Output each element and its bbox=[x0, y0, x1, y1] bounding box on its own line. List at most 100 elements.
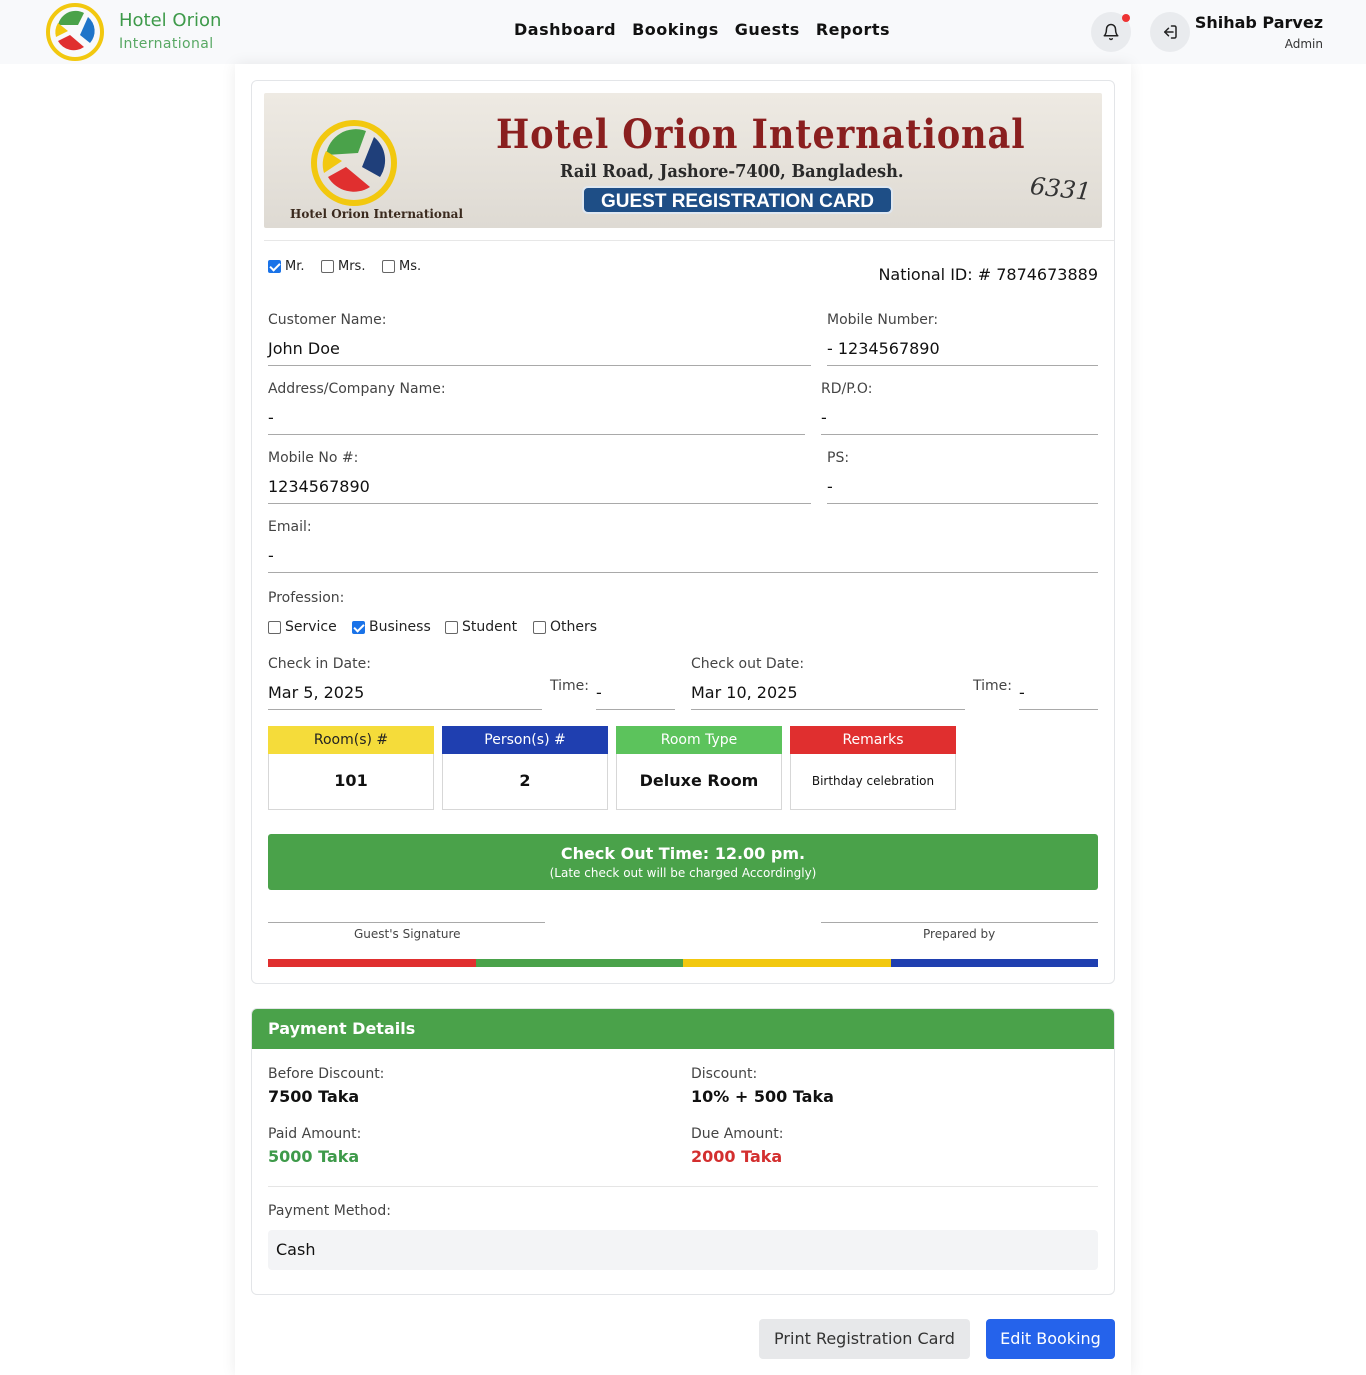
salutation-ms[interactable]: Ms. bbox=[382, 259, 421, 274]
stripe-blue bbox=[891, 959, 1098, 967]
user-name: Shihab Parvez bbox=[1194, 13, 1323, 32]
registration-banner: Hotel Orion International Hotel Orion In… bbox=[264, 93, 1102, 228]
banner-logo-caption: Hotel Orion International bbox=[290, 207, 463, 221]
top-navbar: Hotel Orion International Dashboard Book… bbox=[0, 0, 1366, 64]
customer-name-value: John Doe bbox=[268, 339, 340, 358]
checkbox-ms[interactable] bbox=[382, 260, 395, 273]
rdpo-label: RD/P.O: bbox=[821, 381, 873, 397]
checkout-time-value: - bbox=[1019, 683, 1025, 702]
banner-address: Rail Road, Jashore-7400, Bangladesh. bbox=[560, 161, 904, 182]
mobile-no-line bbox=[268, 503, 811, 504]
profession-student-label: Student bbox=[462, 619, 518, 635]
before-discount-label: Before Discount: bbox=[268, 1066, 385, 1082]
checkbox-mrs[interactable] bbox=[321, 260, 334, 273]
banner-badge: GUEST REGISTRATION CARD bbox=[582, 186, 893, 214]
checkbox-service[interactable] bbox=[268, 620, 281, 634]
checkin-time-label: Time: bbox=[550, 678, 589, 694]
email-line bbox=[268, 572, 1098, 573]
salutation-mrs[interactable]: Mrs. bbox=[321, 259, 365, 274]
user-role: Admin bbox=[1284, 37, 1323, 51]
banner-serial: 6331 bbox=[1028, 171, 1093, 207]
ps-line bbox=[827, 503, 1098, 504]
print-registration-card-button[interactable]: Print Registration Card bbox=[759, 1319, 970, 1359]
checkbox-student[interactable] bbox=[445, 620, 458, 634]
checkout-notice-note: (Late check out will be charged Accordin… bbox=[549, 866, 817, 880]
notifications-button[interactable] bbox=[1091, 12, 1131, 52]
profession-student[interactable]: Student bbox=[445, 619, 517, 635]
checkout-time-label: Time: bbox=[973, 678, 1012, 694]
profession-business[interactable]: Business bbox=[352, 619, 431, 635]
address-line bbox=[268, 434, 805, 435]
checkin-time-line bbox=[596, 709, 675, 710]
mobile-number-value: - 1234567890 bbox=[827, 339, 940, 358]
persons-tile-header: Person(s) # bbox=[442, 726, 608, 754]
checkout-notice: Check Out Time: 12.00 pm. (Late check ou… bbox=[268, 834, 1098, 890]
address-label: Address/Company Name: bbox=[268, 381, 446, 397]
customer-name-label: Customer Name: bbox=[268, 312, 387, 328]
checkin-date-line bbox=[268, 709, 542, 710]
prepared-by-label: Prepared by bbox=[923, 927, 996, 941]
email-label: Email: bbox=[268, 519, 312, 535]
checkin-date-value: Mar 5, 2025 bbox=[268, 683, 365, 702]
remarks-tile-header: Remarks bbox=[790, 726, 956, 754]
address-value: - bbox=[268, 408, 274, 427]
checkbox-mr[interactable] bbox=[268, 260, 281, 273]
rooms-tile-header: Room(s) # bbox=[268, 726, 434, 754]
nav-guests[interactable]: Guests bbox=[735, 20, 800, 39]
room-type-tile-value: Deluxe Room bbox=[616, 754, 782, 810]
stripe-green bbox=[476, 959, 683, 967]
salutation-mr[interactable]: Mr. bbox=[268, 259, 305, 274]
bell-icon bbox=[1103, 23, 1119, 41]
mobile-no-label: Mobile No #: bbox=[268, 450, 359, 466]
nav-bookings[interactable]: Bookings bbox=[632, 20, 719, 39]
room-type-tile-header: Room Type bbox=[616, 726, 782, 754]
checkout-time-line bbox=[1019, 709, 1098, 710]
payment-details-title: Payment Details bbox=[252, 1009, 1114, 1049]
remarks-tile-value: Birthday celebration bbox=[790, 754, 956, 810]
paid-amount-label: Paid Amount: bbox=[268, 1126, 362, 1142]
checkbox-others[interactable] bbox=[533, 620, 546, 634]
ps-value: - bbox=[827, 477, 833, 496]
email-value: - bbox=[268, 546, 274, 565]
checkbox-business[interactable] bbox=[352, 620, 365, 634]
nav-dashboard[interactable]: Dashboard bbox=[514, 20, 616, 39]
banner-title: Hotel Orion International bbox=[496, 111, 1026, 158]
rdpo-value: - bbox=[821, 408, 827, 427]
due-amount-label: Due Amount: bbox=[691, 1126, 784, 1142]
due-amount-value: 2000 Taka bbox=[691, 1147, 783, 1166]
salutation-mr-label: Mr. bbox=[285, 259, 305, 274]
payment-method-label: Payment Method: bbox=[268, 1203, 391, 1219]
persons-tile-value: 2 bbox=[442, 754, 608, 810]
guest-signature-line bbox=[268, 922, 545, 923]
hotel-logo[interactable] bbox=[44, 3, 106, 61]
edit-booking-button[interactable]: Edit Booking bbox=[986, 1319, 1115, 1359]
nav-reports[interactable]: Reports bbox=[816, 20, 890, 39]
payment-divider bbox=[268, 1186, 1098, 1187]
mobile-number-line bbox=[827, 365, 1098, 366]
profession-business-label: Business bbox=[369, 619, 431, 635]
checkout-date-value: Mar 10, 2025 bbox=[691, 683, 798, 702]
notification-dot bbox=[1122, 14, 1130, 22]
discount-label: Discount: bbox=[691, 1066, 758, 1082]
stripe-red bbox=[268, 959, 476, 967]
mobile-no-value: 1234567890 bbox=[268, 477, 370, 496]
profession-others[interactable]: Others bbox=[533, 619, 597, 635]
national-id: National ID: # 7874673889 bbox=[878, 265, 1098, 284]
brand-name: Hotel Orion bbox=[119, 10, 222, 31]
profession-service-label: Service bbox=[285, 619, 337, 635]
main-nav: Dashboard Bookings Guests Reports bbox=[514, 20, 890, 39]
paid-amount-value: 5000 Taka bbox=[268, 1147, 360, 1166]
checkin-time-value: - bbox=[596, 683, 602, 702]
profession-service[interactable]: Service bbox=[268, 619, 337, 635]
payment-method-field: Cash bbox=[268, 1230, 1098, 1270]
banner-logo-icon bbox=[311, 120, 397, 206]
brand-subtitle: International bbox=[119, 36, 214, 52]
logout-button[interactable] bbox=[1150, 12, 1190, 52]
discount-value: 10% + 500 Taka bbox=[691, 1087, 834, 1106]
profession-label: Profession: bbox=[268, 590, 345, 606]
ps-label: PS: bbox=[827, 450, 850, 466]
prepared-by-line bbox=[821, 922, 1098, 923]
checkout-notice-title: Check Out Time: 12.00 pm. bbox=[560, 844, 806, 863]
guest-signature-label: Guest's Signature bbox=[354, 927, 461, 941]
rooms-tile-value: 101 bbox=[268, 754, 434, 810]
